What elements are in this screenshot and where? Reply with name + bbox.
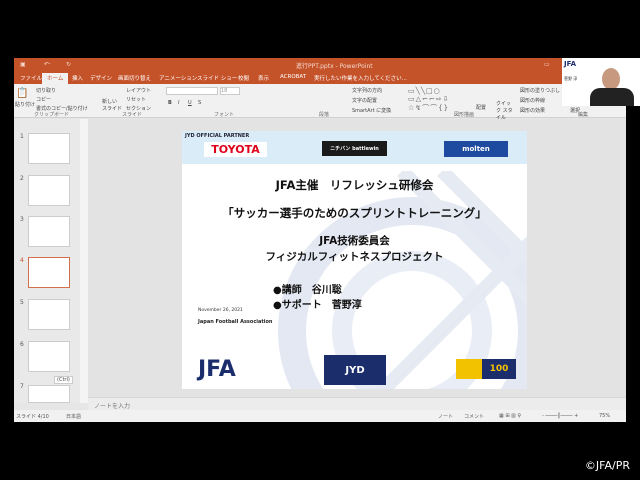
slide-title: JFA主催 リフレッシュ研修会 <box>275 178 434 192</box>
tab-review[interactable]: 校閲 <box>238 74 249 82</box>
shape-effects-button[interactable]: 図形の効果 <box>520 107 545 114</box>
tab-file[interactable]: ファイル <box>20 74 42 82</box>
redo-icon[interactable]: ↻ <box>66 61 71 68</box>
quick-styles-button[interactable]: クイック スタイル <box>496 100 514 121</box>
nichiban-logo: ニチバン battlewin <box>322 141 387 156</box>
align-text-button[interactable]: 文字の配置 <box>352 97 377 104</box>
paste-icon[interactable]: 📋 <box>16 88 28 99</box>
underline-button[interactable]: U <box>188 100 192 106</box>
slide-thumbnail-3[interactable] <box>28 216 70 247</box>
bold-button[interactable]: B <box>168 100 172 106</box>
paste-button[interactable]: 貼り付け <box>15 101 35 108</box>
powerpoint-window: ▣ ↶· ↻ 進行PPT.pptx - PowerPoint ▭ ファイル ホー… <box>14 58 626 422</box>
partner-label: JYD OFFICIAL PARTNER <box>185 133 250 139</box>
thumb-number: 4 <box>20 257 24 264</box>
webcam-overlay: JFA 菅野 淳 <box>562 58 640 106</box>
cut-button[interactable]: 切り取り <box>36 87 56 94</box>
notes-input[interactable]: ノートを入力 <box>88 397 626 410</box>
tab-insert[interactable]: 挿入 <box>72 74 83 82</box>
copy-button[interactable]: コピー <box>36 96 51 103</box>
lecturer: ●講師 谷川聡 <box>273 285 342 296</box>
group-font: フォント <box>214 112 235 118</box>
undo-icon[interactable]: ↶· <box>44 61 51 68</box>
ribbon-display-icon[interactable]: ▭ <box>544 61 550 68</box>
participant-body <box>590 88 634 106</box>
zoom-slider[interactable]: - ────┃──── + <box>542 413 578 419</box>
ribbon: 📋 貼り付け 切り取り コピー 書式のコピー/貼り付け 新しい スライド レイア… <box>14 84 626 121</box>
paste-options-button[interactable]: (Ctrl) <box>54 376 73 384</box>
ribbon-tabs: ファイル ホーム 挿入 デザイン 画面切り替え アニメーション スライド ショー… <box>14 72 626 84</box>
slide-thumbnail-5[interactable] <box>28 299 70 330</box>
slide-thumbnail-7[interactable] <box>28 385 70 403</box>
thumb-number: 3 <box>20 216 24 223</box>
tab-view[interactable]: 表示 <box>258 74 269 82</box>
tab-home[interactable]: ホーム <box>42 73 69 84</box>
group-paragraph: 段落 <box>319 112 330 118</box>
font-name-input[interactable] <box>166 87 218 95</box>
webcam-jfa-logo: JFA <box>564 60 577 68</box>
italic-button[interactable]: I <box>178 100 179 106</box>
thumb-number: 6 <box>20 341 24 348</box>
language-indicator[interactable]: 日本語 <box>66 413 81 420</box>
participant-name: 菅野 淳 <box>564 76 578 81</box>
shape-fill-button[interactable]: 図形の塗りつぶし <box>520 87 560 94</box>
tell-me-input[interactable]: 実行したい作業を入力してください... <box>314 74 407 82</box>
thumb-number: 5 <box>20 299 24 306</box>
zoom-level[interactable]: 75% <box>599 413 610 419</box>
slide-thumbnail-4[interactable] <box>28 257 70 288</box>
shadow-button[interactable]: S <box>198 100 201 106</box>
slide-subtitle: 「サッカー選手のためのスプリントトレーニング」 <box>222 206 487 220</box>
tab-transitions[interactable]: 画面切り替え <box>118 74 151 82</box>
jfa-logo: JFA <box>198 357 236 382</box>
thumb-number: 7 <box>20 383 24 390</box>
smartart-button[interactable]: SmartArt に変換 <box>352 107 391 114</box>
jfa-100-logo: 100 <box>456 359 516 379</box>
group-clipboard: クリップボード <box>34 112 70 118</box>
organizer-line-1: JFA技術委員会 <box>319 235 390 247</box>
tab-animations[interactable]: アニメーション <box>159 74 197 82</box>
presentation-date: November 26, 2021 <box>198 308 243 313</box>
toyota-logo: TOYOTA <box>204 142 267 157</box>
participant-face <box>602 68 620 90</box>
status-bar: スライド 4/10 日本語 ノート コメント ▦ ⊞ ▥ ♀ - ────┃──… <box>14 410 626 422</box>
jyd-logo: JYD <box>324 355 386 385</box>
shapes-gallery[interactable]: ▭╲╲□○ ▭△⌐⌐⇨⇩ ☆↯⌒⌒{} <box>408 87 449 113</box>
view-buttons[interactable]: ▦ ⊞ ▥ ♀ <box>499 413 521 419</box>
notes-button[interactable]: ノート <box>438 413 453 420</box>
text-direction-button[interactable]: 文字列の方向 <box>352 87 382 94</box>
thumbnail-scrollbar[interactable] <box>80 119 88 403</box>
comments-button[interactable]: コメント <box>464 413 484 420</box>
group-editing: 編集 <box>578 112 589 118</box>
support-staff: ●サポート 菅野淳 <box>273 300 362 311</box>
thumb-number: 1 <box>20 133 24 140</box>
shape-outline-button[interactable]: 図形の枠線 <box>520 97 545 104</box>
slide-thumbnail-2[interactable] <box>28 175 70 206</box>
organizer-line-2: フィジカルフィットネスプロジェクト <box>265 251 444 263</box>
group-drawing: 図形描画 <box>454 112 475 118</box>
molten-logo: molten <box>444 141 508 157</box>
current-slide[interactable]: JYD OFFICIAL PARTNER TOYOTA ニチバン battlew… <box>182 131 527 389</box>
thumb-number: 2 <box>20 175 24 182</box>
tab-design[interactable]: デザイン <box>90 74 112 82</box>
group-slides: スライド <box>122 112 143 118</box>
tab-acrobat[interactable]: ACROBAT <box>280 74 306 80</box>
new-slide-button[interactable]: 新しい スライド <box>102 98 122 112</box>
layout-button[interactable]: レイアウト <box>126 87 151 94</box>
slide-thumbnails: 1 2 3 4 5 6 (Ctrl) 7 <box>14 119 80 403</box>
slide-counter: スライド 4/10 <box>16 414 49 420</box>
association-name: Japan Football Association <box>198 319 273 325</box>
save-icon[interactable]: ▣ <box>20 61 26 68</box>
slide-thumbnail-6[interactable] <box>28 341 70 372</box>
copyright: ©JFA/PR <box>584 459 630 472</box>
partner-banner: JYD OFFICIAL PARTNER TOYOTA ニチバン battlew… <box>182 131 527 164</box>
font-size-input[interactable]: 18 <box>220 87 240 95</box>
arrange-button[interactable]: 配置 <box>476 104 486 111</box>
slide-thumbnail-1[interactable] <box>28 133 70 164</box>
tab-slideshow[interactable]: スライド ショー <box>197 74 237 82</box>
title-bar: ▣ ↶· ↻ 進行PPT.pptx - PowerPoint ▭ <box>14 58 626 72</box>
window-title: 進行PPT.pptx - PowerPoint <box>296 63 373 70</box>
reset-button[interactable]: リセット <box>126 96 146 103</box>
